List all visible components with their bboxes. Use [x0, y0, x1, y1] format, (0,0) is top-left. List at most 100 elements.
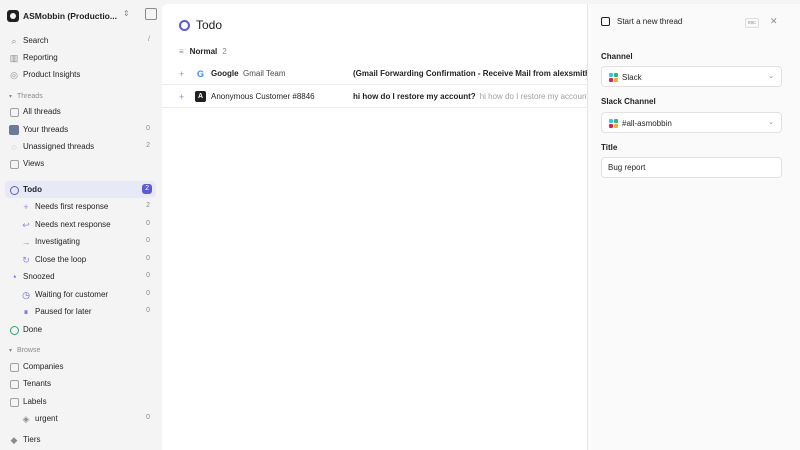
thread-sender: Anonymous Customer #8846 — [211, 92, 315, 101]
channel-select[interactable]: Slack ⌄ — [601, 66, 782, 87]
companies-icon — [9, 362, 19, 372]
count-badge: 0 — [146, 272, 150, 279]
slack-channel-select[interactable]: #all-asmobbin ⌄ — [601, 112, 782, 133]
section-browse[interactable]: ▾ Browse — [9, 347, 40, 354]
sidebar-item-label: Unassigned threads — [23, 142, 95, 151]
workspace-logo-icon — [7, 9, 19, 22]
reply-icon: ↩ — [22, 220, 30, 230]
panel-title: Start a new thread — [617, 17, 683, 26]
thread-subject: hi how do I restore my account? hi how do… — [353, 92, 593, 101]
workspace-switcher[interactable]: ASMobbin (Productio... ⇕ — [7, 8, 157, 23]
title-input[interactable] — [601, 157, 782, 178]
sidebar-item-done[interactable]: Done — [5, 321, 156, 338]
unassigned-icon: ◌ — [11, 142, 17, 152]
count-badge: 0 — [146, 307, 150, 314]
thread-subject: (Gmail Forwarding Confirmation - Receive… — [353, 69, 604, 78]
sidebar-item-label: Needs first response — [35, 202, 109, 211]
title-label: Title — [601, 143, 618, 152]
count-badge: 0 — [146, 414, 150, 421]
preview-text: hi how do I restore my account? — [479, 92, 594, 101]
slack-icon — [609, 73, 618, 82]
slack-channel-label: Slack Channel — [601, 97, 656, 106]
slack-icon — [609, 119, 618, 128]
sidebar-item-label: urgent — [35, 414, 58, 423]
sidebar-item-label-urgent[interactable]: ◈ urgent 0 — [5, 410, 156, 427]
sidebar-item-tenants[interactable]: Tenants — [5, 375, 156, 392]
sidebar-item-views[interactable]: Views — [5, 155, 156, 172]
sidebar-item-snoozed[interactable]: ◔ Snoozed 0 — [5, 268, 156, 285]
chevron-down-icon: ▾ — [9, 348, 13, 354]
chevron-updown-icon[interactable]: ⇕ — [123, 9, 130, 18]
avatar-icon — [9, 125, 19, 135]
sidebar-item-needs-first-response[interactable]: + Needs first response 2 — [5, 198, 156, 215]
sidebar-item-tiers[interactable]: ◆ Tiers — [5, 431, 156, 448]
sidebar-item-label: Snoozed — [23, 272, 55, 281]
plus-icon: + — [179, 92, 185, 102]
group-count: 2 — [222, 47, 227, 56]
thread-sender: Google Gmail Team — [211, 69, 286, 78]
slack-channel-value: #all-asmobbin — [622, 119, 672, 128]
group-label: Normal — [189, 47, 218, 56]
sidebar-item-needs-next-response[interactable]: ↩ Needs next response 0 — [5, 216, 156, 233]
new-thread-panel: Start a new thread esc ✕ Channel Slack ⌄… — [587, 4, 800, 450]
sidebar-item-label: Investigating — [35, 237, 80, 246]
google-logo-icon: G — [195, 68, 206, 79]
compose-icon — [601, 17, 610, 26]
subject-text: (Gmail Forwarding Confirmation - Receive… — [353, 69, 605, 78]
thread-row[interactable]: + A Anonymous Customer #8846 hi how do I… — [162, 86, 593, 108]
labels-icon — [9, 397, 19, 407]
sidebar-item-todo[interactable]: Todo 2 — [5, 181, 156, 198]
sidebar-item-label: Search — [23, 36, 49, 45]
chevron-down-icon: ▾ — [9, 94, 13, 100]
close-icon[interactable]: ✕ — [770, 16, 778, 27]
sidebar-item-all-threads[interactable]: All threads — [5, 103, 156, 120]
sidebar-item-labels[interactable]: Labels — [5, 393, 156, 410]
compose-icon[interactable] — [145, 8, 157, 20]
count-badge: 0 — [146, 220, 150, 227]
sidebar-item-unassigned-threads[interactable]: ◌ Unassigned threads 2 — [5, 138, 156, 155]
waiting-icon: ◷ — [22, 290, 30, 300]
esc-hint: esc — [745, 18, 759, 28]
sidebar-item-label: Companies — [23, 362, 64, 371]
page-title: Todo — [179, 18, 222, 32]
sender-name: Gmail Team — [243, 69, 286, 78]
sidebar-item-label: Done — [23, 325, 43, 334]
pause-icon: ⏸ — [23, 307, 29, 317]
channel-label: Channel — [601, 52, 633, 61]
panel-header: Start a new thread — [601, 17, 682, 26]
sidebar-item-investigating[interactable]: → Investigating 0 — [5, 233, 156, 250]
section-threads[interactable]: ▾ Threads — [9, 93, 43, 100]
sidebar-item-companies[interactable]: Companies — [5, 358, 156, 375]
count-badge: 0 — [146, 125, 150, 132]
sidebar-item-label: Tenants — [23, 379, 52, 388]
count-badge: 0 — [146, 290, 150, 297]
count-badge: 2 — [146, 202, 150, 209]
sidebar-item-label: Reporting — [23, 53, 58, 62]
sidebar-item-reporting[interactable]: ▥ Reporting — [5, 49, 156, 66]
sidebar-item-label: Todo — [23, 185, 42, 194]
subject-text: hi how do I restore my account? — [353, 92, 476, 101]
loop-icon: ↻ — [22, 255, 30, 265]
sidebar-item-waiting-for-customer[interactable]: ◷ Waiting for customer 0 — [5, 286, 156, 303]
count-badge: 2 — [146, 142, 150, 149]
count-badge: 0 — [146, 255, 150, 262]
search-icon: ⌕ — [11, 36, 17, 46]
sidebar-item-close-the-loop[interactable]: ↻ Close the loop 0 — [5, 251, 156, 268]
channel-value: Slack — [622, 73, 642, 82]
thread-row[interactable]: + G Google Gmail Team (Gmail Forwarding … — [162, 63, 604, 85]
insights-icon: ◎ — [10, 70, 18, 80]
sidebar-item-search[interactable]: ⌕ Search / — [5, 32, 156, 49]
group-header-normal[interactable]: ≡ Normal 2 — [179, 47, 227, 56]
sidebar-item-your-threads[interactable]: Your threads 0 — [5, 121, 156, 138]
snooze-icon: ◔ — [11, 272, 17, 282]
sidebar-item-product-insights[interactable]: ◎ Product Insights — [5, 66, 156, 83]
sidebar-item-label: Views — [23, 159, 45, 168]
sidebar-item-paused-for-later[interactable]: ⏸ Paused for later 0 — [5, 303, 156, 320]
chevron-down-icon: ⌄ — [768, 73, 774, 80]
workspace-name: ASMobbin (Productio... — [23, 10, 117, 21]
sidebar-item-label: All threads — [23, 107, 61, 116]
chart-icon: ▥ — [9, 53, 19, 63]
chevron-down-icon: ⌄ — [768, 119, 774, 126]
inbox-icon — [9, 107, 19, 117]
sidebar-item-label: Your threads — [23, 125, 69, 134]
